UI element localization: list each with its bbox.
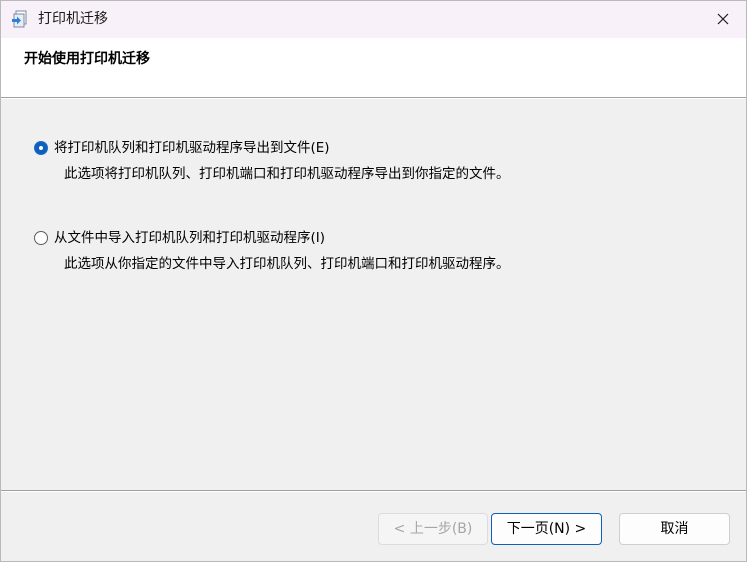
back-button[interactable]: < 上一步(B) xyxy=(378,513,488,545)
import-option-description: 此选项从你指定的文件中导入打印机队列、打印机端口和打印机驱动程序。 xyxy=(64,256,510,272)
printer-migration-window: 打印机迁移 开始使用打印机迁移 将打印机队列和打印机驱动程序导出到文件(E) 此… xyxy=(0,0,747,562)
window-title: 打印机迁移 xyxy=(38,11,108,27)
export-radio[interactable] xyxy=(34,141,48,155)
printer-migration-icon xyxy=(11,10,29,28)
page-title: 开始使用打印机迁移 xyxy=(24,51,150,67)
import-option-label[interactable]: 从文件中导入打印机队列和打印机驱动程序(I) xyxy=(54,229,325,247)
close-button[interactable] xyxy=(700,1,746,38)
wizard-header: 开始使用打印机迁移 xyxy=(1,38,746,97)
cancel-button[interactable]: 取消 xyxy=(619,513,730,545)
next-button[interactable]: 下一页(N) > xyxy=(491,513,602,545)
export-option-label[interactable]: 将打印机队列和打印机驱动程序导出到文件(E) xyxy=(54,139,330,157)
close-icon xyxy=(717,10,729,29)
export-option-description: 此选项将打印机队列、打印机端口和打印机驱动程序导出到你指定的文件。 xyxy=(64,166,510,182)
title-bar[interactable]: 打印机迁移 xyxy=(1,1,746,38)
import-radio[interactable] xyxy=(34,231,48,245)
